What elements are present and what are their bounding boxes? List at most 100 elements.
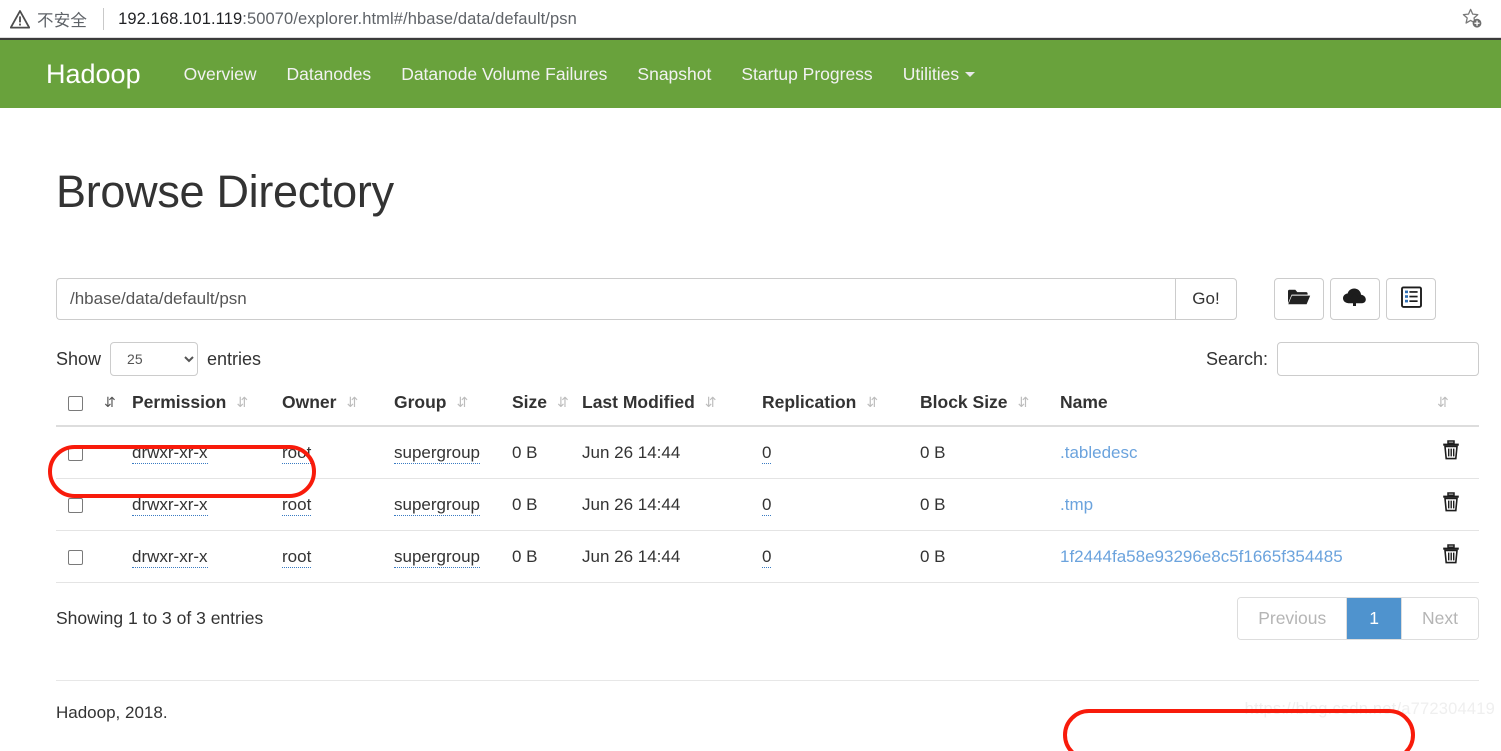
cell-owner[interactable]: root <box>278 478 390 531</box>
region-name-link[interactable]: 1f2444fa58e93296e8c5f1665f354485 <box>1060 547 1343 566</box>
create-directory-button[interactable] <box>1274 278 1324 320</box>
entries-per-page-select[interactable]: 25 <box>110 342 199 376</box>
header-replication-label: Replication <box>762 392 857 412</box>
nav-item-datanodes[interactable]: Datanodes <box>272 64 387 85</box>
cell-actions[interactable] <box>1423 530 1479 583</box>
nav-item-startup-progress[interactable]: Startup Progress <box>726 64 887 85</box>
permission-value[interactable]: drwxr-xr-x <box>132 494 208 516</box>
cell-actions[interactable] <box>1423 478 1479 531</box>
header-owner-label: Owner <box>282 392 337 412</box>
cell-group[interactable]: supergroup <box>390 426 508 479</box>
row-select-cell[interactable] <box>56 478 90 531</box>
pagination: Previous 1 Next <box>1237 597 1479 640</box>
sort-icon: ⇵ <box>866 394 879 410</box>
cell-owner[interactable]: root <box>278 530 390 583</box>
group-value[interactable]: supergroup <box>394 546 481 568</box>
header-owner[interactable]: Owner ⇵ <box>278 384 390 427</box>
header-name[interactable]: Name <box>1056 384 1423 427</box>
path-toolbar: Go! <box>56 278 1479 320</box>
brand-hadoop[interactable]: Hadoop <box>46 59 141 90</box>
header-size-label: Size <box>512 392 548 412</box>
sort-icon: ⇵ <box>557 394 569 410</box>
row-checkbox[interactable] <box>68 549 83 565</box>
path-input[interactable] <box>56 278 1175 320</box>
nav-item-utilities[interactable]: Utilities <box>888 64 990 85</box>
replication-value[interactable]: 0 <box>762 494 772 516</box>
permission-value[interactable]: drwxr-xr-x <box>132 442 208 464</box>
cell-block-size: 0 B <box>916 478 1056 531</box>
directory-table-head: ⇵ Permission ⇵ Owner ⇵ Group ⇵ Size ⇵ Last M… <box>56 384 1479 427</box>
header-last-modified[interactable]: Last Modified ⇵ <box>578 384 758 427</box>
header-block-size[interactable]: Block Size ⇵ <box>916 384 1056 427</box>
file-name-link[interactable]: .tabledesc <box>1060 443 1138 462</box>
cell-permission[interactable]: drwxr-xr-x <box>128 530 278 583</box>
replication-value[interactable]: 0 <box>762 546 772 568</box>
header-actions[interactable]: ⇵ <box>1423 384 1479 427</box>
cell-name[interactable]: .tmp <box>1056 478 1423 531</box>
cell-replication[interactable]: 0 <box>758 426 916 479</box>
cell-name[interactable]: 1f2444fa58e93296e8c5f1665f354485 <box>1056 530 1423 583</box>
owner-value[interactable]: root <box>282 442 312 464</box>
cell-group[interactable]: supergroup <box>390 530 508 583</box>
permission-value[interactable]: drwxr-xr-x <box>132 546 208 568</box>
nav-item-snapshot[interactable]: Snapshot <box>622 64 726 85</box>
owner-value[interactable]: root <box>282 546 312 568</box>
address-bar[interactable]: 192.168.101.119:50070/explorer.html#/hba… <box>118 10 577 29</box>
nav-item-utilities-label: Utilities <box>902 63 960 84</box>
nav-item-overview[interactable]: Overview <box>169 64 272 85</box>
group-value[interactable]: supergroup <box>394 442 481 464</box>
table-footer: Showing 1 to 3 of 3 entries Previous 1 N… <box>56 597 1479 640</box>
row-select-cell[interactable] <box>56 426 90 479</box>
row-checkbox[interactable] <box>68 445 83 461</box>
sort-icon: ⇵ <box>236 394 249 410</box>
sort-all-header[interactable]: ⇵ <box>90 384 128 427</box>
pagination-next[interactable]: Next <box>1402 598 1478 639</box>
cell-permission[interactable]: drwxr-xr-x <box>128 478 278 531</box>
header-block-size-label: Block Size <box>920 392 1008 412</box>
trash-icon[interactable] <box>1442 492 1460 517</box>
upload-files-button[interactable] <box>1330 278 1380 320</box>
cut-paste-button[interactable] <box>1386 278 1436 320</box>
cell-replication[interactable]: 0 <box>758 530 916 583</box>
browser-toolbar: 不安全 192.168.101.119:50070/explorer.html#… <box>0 0 1501 38</box>
file-name-link[interactable]: .tmp <box>1060 495 1093 514</box>
nav-item-datanode-volume-failures[interactable]: Datanode Volume Failures <box>386 64 622 85</box>
cell-group[interactable]: supergroup <box>390 478 508 531</box>
cell-last-modified: Jun 26 14:44 <box>578 530 758 583</box>
trash-icon[interactable] <box>1442 544 1460 569</box>
table-controls: Show 25 entries Search: <box>56 342 1479 376</box>
row-select-cell[interactable] <box>56 530 90 583</box>
entries-info: Showing 1 to 3 of 3 entries <box>56 608 264 628</box>
sort-icon: ⇵ <box>456 394 469 410</box>
owner-value[interactable]: root <box>282 494 312 516</box>
star-plus-icon[interactable] <box>1457 4 1487 34</box>
cell-owner[interactable]: root <box>278 426 390 479</box>
header-replication[interactable]: Replication ⇵ <box>758 384 916 427</box>
header-name-label: Name <box>1060 392 1108 412</box>
security-status-label: 不安全 <box>37 12 88 30</box>
cloud-upload-icon <box>1342 287 1368 312</box>
header-permission[interactable]: Permission ⇵ <box>128 384 278 427</box>
group-value[interactable]: supergroup <box>394 494 481 516</box>
cell-actions[interactable] <box>1423 426 1479 479</box>
search-input[interactable] <box>1277 342 1479 376</box>
go-button[interactable]: Go! <box>1175 278 1237 320</box>
replication-value[interactable]: 0 <box>762 442 772 464</box>
pagination-page-1[interactable]: 1 <box>1347 598 1403 639</box>
cell-name[interactable]: .tabledesc <box>1056 426 1423 479</box>
header-size[interactable]: Size ⇵ <box>508 384 578 427</box>
entries-label: entries <box>207 348 262 369</box>
cell-replication[interactable]: 0 <box>758 478 916 531</box>
cell-permission[interactable]: drwxr-xr-x <box>128 426 278 479</box>
cell-size: 0 B <box>508 426 578 479</box>
header-permission-label: Permission <box>132 392 227 412</box>
row-checkbox[interactable] <box>68 497 83 513</box>
table-row: drwxr-xr-x root supergroup 0 B Jun 26 14… <box>56 530 1479 583</box>
directory-table: ⇵ Permission ⇵ Owner ⇵ Group ⇵ Size ⇵ Last M… <box>56 384 1479 583</box>
trash-icon[interactable] <box>1442 440 1460 465</box>
select-all-checkbox[interactable] <box>68 395 83 411</box>
pagination-previous[interactable]: Previous <box>1238 598 1348 639</box>
chevron-down-icon <box>965 72 976 78</box>
header-group[interactable]: Group ⇵ <box>390 384 508 427</box>
select-all-header[interactable] <box>56 384 90 427</box>
